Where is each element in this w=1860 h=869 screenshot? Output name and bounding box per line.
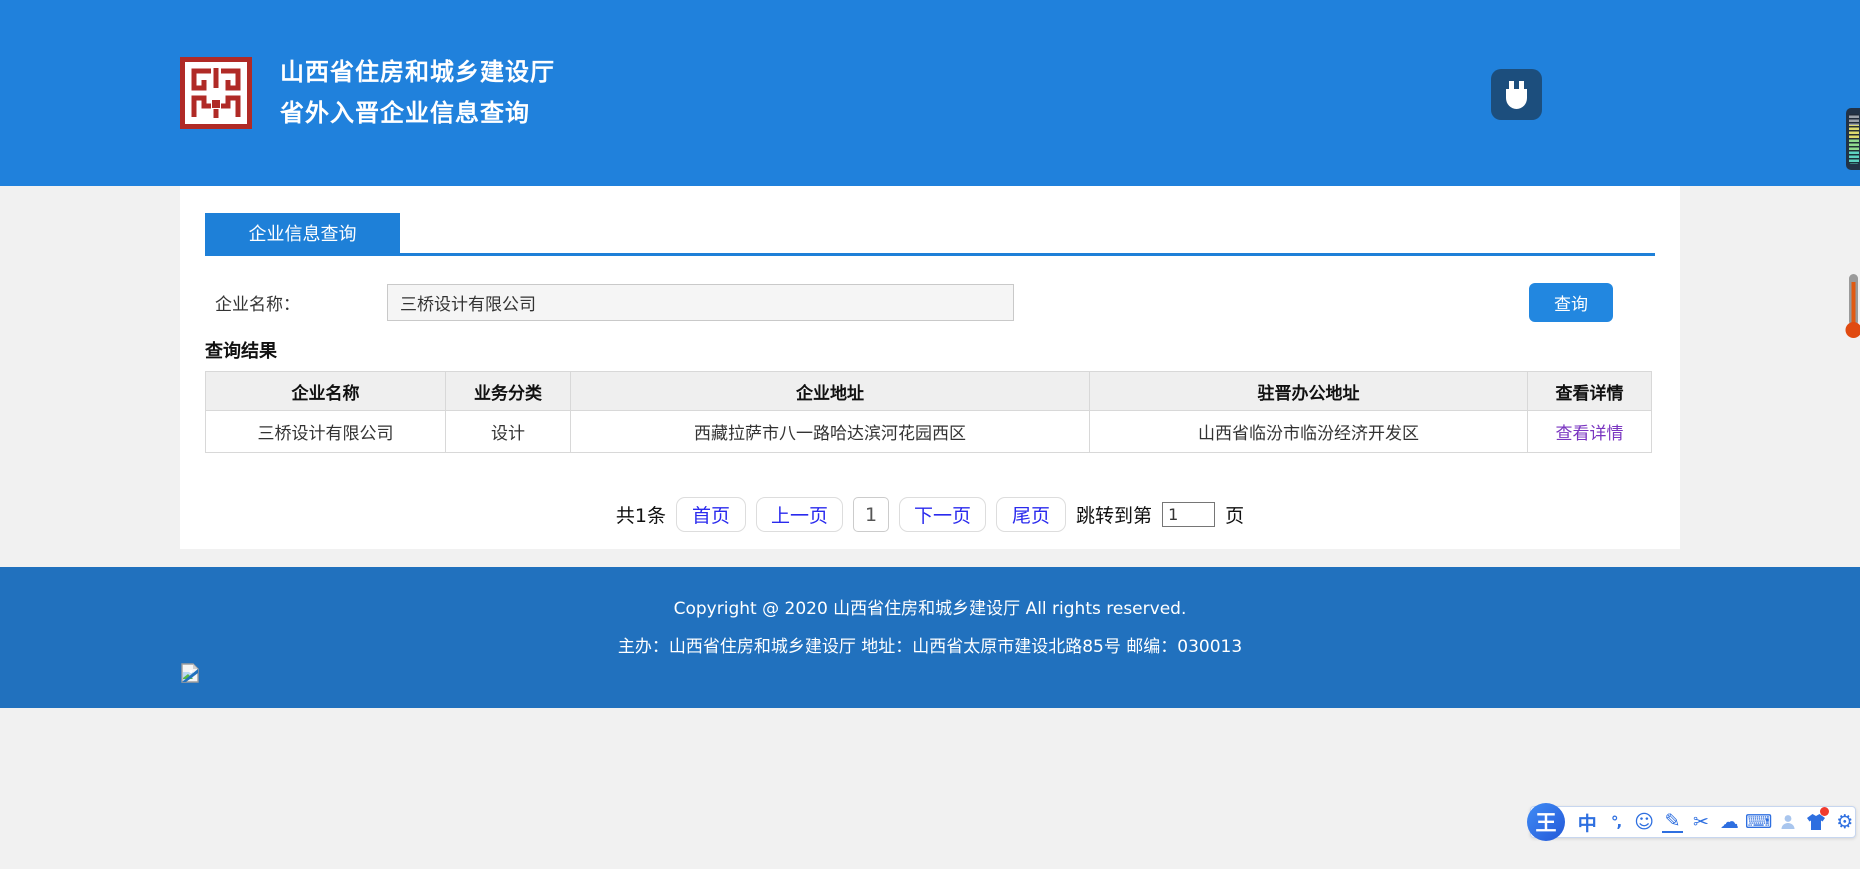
sidebar-handle-widget[interactable] <box>1846 108 1860 170</box>
jump-prefix-label: 跳转到第 <box>1076 501 1152 528</box>
cell-company-address: 西藏拉萨市八一路哈达滨河花园西区 <box>571 411 1090 453</box>
thermometer-widget[interactable] <box>1845 272 1860 340</box>
col-office-address: 驻晋办公地址 <box>1090 372 1528 411</box>
col-company-address: 企业地址 <box>571 372 1090 411</box>
handwriting-icon[interactable]: ✎ <box>1662 812 1682 833</box>
col-business-category: 业务分类 <box>446 372 571 411</box>
tab-label: 企业信息查询 <box>249 220 357 246</box>
query-button[interactable]: 查询 <box>1529 283 1613 322</box>
view-details-link[interactable]: 查看详情 <box>1556 424 1624 444</box>
account-icon[interactable] <box>1778 810 1798 834</box>
col-company-name: 企业名称 <box>206 372 446 411</box>
jump-page-input[interactable] <box>1162 502 1215 527</box>
department-logo <box>180 57 252 129</box>
keyboard-icon[interactable]: ⌨ <box>1748 810 1770 834</box>
prev-page-button[interactable]: 上一页 <box>756 497 843 532</box>
jump-suffix-label: 页 <box>1225 501 1244 528</box>
table-row: 三桥设计有限公司 设计 西藏拉萨市八一路哈达滨河花园西区 山西省临汾市临汾经济开… <box>206 411 1652 453</box>
site-title-line1: 山西省住房和城乡建设厅 <box>280 52 555 93</box>
site-title-line2: 省外入晋企业信息查询 <box>280 93 555 134</box>
col-view-details: 查看详情 <box>1528 372 1652 411</box>
ime-logo-icon[interactable]: 王 <box>1527 803 1565 841</box>
cell-office-address: 山西省临汾市临汾经济开发区 <box>1090 411 1528 453</box>
content-card: 企业信息查询 企业名称： 查询 查询结果 企业名称 业务分类 企业地址 驻晋办公… <box>180 186 1680 549</box>
footer-info-text: 主办：山西省住房和城乡建设厅 地址：山西省太原市建设北路85号 邮编：03001… <box>0 632 1860 657</box>
stripes-icon <box>1849 114 1859 164</box>
last-page-button[interactable]: 尾页 <box>996 497 1066 532</box>
site-footer: Copyright @ 2020 山西省住房和城乡建设厅 All rights … <box>0 567 1860 708</box>
skin-tshirt-icon[interactable] <box>1806 810 1826 834</box>
current-page-indicator: 1 <box>853 497 889 532</box>
chinese-mode-icon[interactable]: 中 <box>1577 810 1597 834</box>
company-name-input[interactable] <box>387 284 1014 321</box>
emoji-icon[interactable]: ☺ <box>1634 810 1654 834</box>
first-page-button[interactable]: 首页 <box>676 497 746 532</box>
copyright-text: Copyright @ 2020 山西省住房和城乡建设厅 All rights … <box>0 567 1860 619</box>
company-name-label: 企业名称： <box>205 290 387 315</box>
results-table: 企业名称 业务分类 企业地址 驻晋办公地址 查看详情 三桥设计有限公司 设计 西… <box>205 371 1652 453</box>
plug-extension-icon[interactable] <box>1491 69 1542 120</box>
table-header-row: 企业名称 业务分类 企业地址 驻晋办公地址 查看详情 <box>206 372 1652 411</box>
scissors-icon[interactable]: ✂ <box>1691 810 1711 834</box>
settings-gear-icon[interactable]: ⚙ <box>1835 810 1855 834</box>
next-page-button[interactable]: 下一页 <box>899 497 986 532</box>
pagination: 共1条 首页 上一页 1 下一页 尾页 跳转到第 页 <box>205 497 1655 532</box>
cell-company-name: 三桥设计有限公司 <box>206 411 446 453</box>
cloud-icon[interactable]: ☁ <box>1719 810 1739 834</box>
results-heading: 查询结果 <box>205 337 1655 363</box>
ime-toolbar[interactable]: 王 中 °, ☺ ✎ ✂ ☁ ⌨ ⚙ <box>1530 806 1856 838</box>
search-form: 企业名称： 查询 <box>205 283 1655 322</box>
tab-bar: 企业信息查询 <box>205 213 1655 256</box>
broken-image-icon <box>180 663 200 683</box>
site-header: 山西省住房和城乡建设厅 省外入晋企业信息查询 <box>0 0 1860 186</box>
tab-enterprise-info-query[interactable]: 企业信息查询 <box>205 213 400 253</box>
cell-business-category: 设计 <box>446 411 571 453</box>
total-count-label: 共1条 <box>616 501 666 528</box>
punctuation-icon[interactable]: °, <box>1605 810 1625 834</box>
site-title: 山西省住房和城乡建设厅 省外入晋企业信息查询 <box>280 52 555 134</box>
notification-dot <box>1820 807 1829 816</box>
